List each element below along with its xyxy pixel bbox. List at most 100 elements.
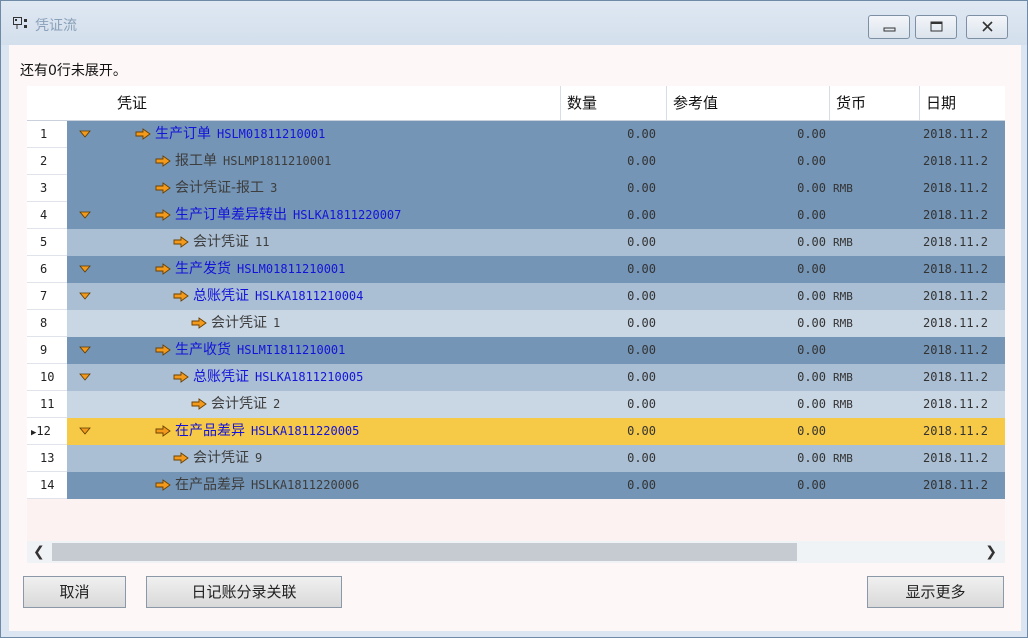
- unexpanded-rows-hint: 还有0行未展开。: [20, 63, 127, 79]
- row-number[interactable]: 14: [27, 472, 67, 499]
- voucher-cell[interactable]: 生产订单差异转出 HSLKA1811220007: [155, 202, 401, 229]
- voucher-cell[interactable]: 会计凭证-报工 3: [155, 175, 277, 202]
- table-row[interactable]: 4 生产订单差异转出 HSLKA1811220007 0.00 0.00 2018.11.…: [27, 202, 1005, 229]
- quantity-cell: 0.00: [627, 370, 656, 384]
- row-number[interactable]: 10: [27, 364, 67, 391]
- row-number[interactable]: 8: [27, 310, 67, 337]
- expand-toggle-icon[interactable]: [79, 425, 91, 437]
- voucher-cell[interactable]: 在产品差异 HSLKA1811220005: [155, 418, 359, 445]
- horizontal-scrollbar[interactable]: ❮ ❯: [27, 541, 1005, 563]
- voucher-number: HSLMP1811210001: [223, 154, 332, 168]
- row-number-label: 11: [40, 397, 55, 411]
- header-expand: [67, 86, 111, 120]
- maximize-button[interactable]: [915, 15, 957, 39]
- table-row[interactable]: 14 在产品差异 HSLKA1811220006 0.00 0.00 2018.11.2: [27, 472, 1005, 499]
- row-number[interactable]: 3: [27, 175, 67, 202]
- voucher-cell[interactable]: 报工单 HSLMP1811210001: [155, 148, 331, 175]
- quantity-cell: 0.00: [627, 208, 656, 222]
- table-row[interactable]: 2 报工单 HSLMP1811210001 0.00 0.00 2018.11.2: [27, 148, 1005, 175]
- voucher-number: HSLMI1811210001: [237, 343, 346, 357]
- voucher-number: HSLM01811210001: [237, 262, 346, 276]
- table-row[interactable]: ▶12 在产品差异 HSLKA1811220005 0.00 0.00 2018.11.2: [27, 418, 1005, 445]
- voucher-number: HSLKA1811220006: [251, 478, 360, 492]
- close-button[interactable]: [966, 15, 1008, 39]
- row-number[interactable]: 6: [27, 256, 67, 283]
- header-row-number: [27, 86, 67, 120]
- row-number[interactable]: 11: [27, 391, 67, 418]
- voucher-cell[interactable]: 会计凭证 1: [191, 310, 280, 337]
- table-row[interactable]: 9 生产收货 HSLMI1811210001 0.00 0.00 2018.11.2: [27, 337, 1005, 364]
- table-row[interactable]: 13 会计凭证 9 0.00 0.00 RMB 2018.11.2: [27, 445, 1005, 472]
- arrow-right-icon: [173, 236, 189, 248]
- cancel-button[interactable]: 取消: [23, 576, 126, 608]
- table-row[interactable]: 11 会计凭证 2 0.00 0.00 RMB 2018.11.2: [27, 391, 1005, 418]
- reference-value-cell: 0.00: [797, 235, 826, 249]
- currency-cell: RMB: [833, 317, 853, 330]
- date-cell: 2018.11.2: [923, 208, 989, 222]
- voucher-cell[interactable]: 会计凭证 11: [173, 229, 269, 256]
- voucher-cell[interactable]: 生产收货 HSLMI1811210001: [155, 337, 345, 364]
- voucher-cell[interactable]: 总账凭证 HSLKA1811210004: [173, 283, 363, 310]
- table-row[interactable]: 1 生产订单 HSLM01811210001 0.00 0.00 2018.11.2: [27, 121, 1005, 148]
- expand-toggle-icon[interactable]: [79, 209, 91, 221]
- journal-entry-link-button[interactable]: 日记账分录关联: [146, 576, 342, 608]
- scroll-left-icon[interactable]: ❮: [33, 544, 45, 560]
- row-number-label: 10: [40, 370, 55, 384]
- row-number[interactable]: 1: [27, 121, 67, 148]
- header-voucher[interactable]: 凭证: [111, 86, 560, 120]
- arrow-right-icon: [135, 128, 151, 140]
- row-number-label: 4: [40, 208, 48, 222]
- expand-toggle-icon[interactable]: [79, 128, 91, 140]
- table-row[interactable]: 8 会计凭证 1 0.00 0.00 RMB 2018.11.2: [27, 310, 1005, 337]
- maximize-icon: [930, 21, 943, 32]
- header-reference-value[interactable]: 参考值: [666, 86, 829, 120]
- row-number-label: 7: [40, 289, 48, 303]
- voucher-cell[interactable]: 生产发货 HSLM01811210001: [155, 256, 345, 283]
- arrow-right-icon: [155, 344, 171, 356]
- scroll-right-icon[interactable]: ❯: [985, 544, 997, 560]
- row-cells: 在产品差异 HSLKA1811220005 0.00 0.00 2018.11.2: [67, 418, 1005, 445]
- row-cells: 在产品差异 HSLKA1811220006 0.00 0.00 2018.11.2: [67, 472, 1005, 499]
- row-number[interactable]: 2: [27, 148, 67, 175]
- expand-toggle-icon[interactable]: [79, 371, 91, 383]
- voucher-type: 报工单: [175, 153, 217, 169]
- arrow-right-icon: [155, 209, 171, 221]
- expand-toggle-icon[interactable]: [79, 263, 91, 275]
- row-number[interactable]: 4: [27, 202, 67, 229]
- header-quantity[interactable]: 数量: [560, 86, 666, 120]
- show-more-button[interactable]: 显示更多: [867, 576, 1004, 608]
- date-cell: 2018.11.2: [923, 127, 989, 141]
- row-number[interactable]: 5: [27, 229, 67, 256]
- voucher-cell[interactable]: 会计凭证 2: [191, 391, 280, 418]
- row-cells: 生产收货 HSLMI1811210001 0.00 0.00 2018.11.2: [67, 337, 1005, 364]
- table-row[interactable]: 5 会计凭证 11 0.00 0.00 RMB 2018.11.2: [27, 229, 1005, 256]
- voucher-number: 11: [255, 235, 270, 249]
- expand-toggle-icon[interactable]: [79, 290, 91, 302]
- table-row[interactable]: 10 总账凭证 HSLKA1811210005 0.00 0.00 RMB 2018.11.…: [27, 364, 1005, 391]
- voucher-cell[interactable]: 生产订单 HSLM01811210001: [135, 121, 325, 148]
- voucher-number: 9: [255, 451, 263, 465]
- expand-toggle-icon[interactable]: [79, 344, 91, 356]
- voucher-cell[interactable]: 在产品差异 HSLKA1811220006: [155, 472, 359, 499]
- row-number[interactable]: 9: [27, 337, 67, 364]
- voucher-cell[interactable]: 会计凭证 9: [173, 445, 262, 472]
- table-row[interactable]: 7 总账凭证 HSLKA1811210004 0.00 0.00 RMB 2018.11.2: [27, 283, 1005, 310]
- voucher-number: HSLKA1811210004: [255, 289, 364, 303]
- header-currency[interactable]: 货币: [829, 86, 919, 120]
- voucher-cell[interactable]: 总账凭证 HSLKA1811210005: [173, 364, 363, 391]
- voucher-type: 总账凭证: [193, 369, 249, 385]
- header-date[interactable]: 日期: [919, 86, 1005, 120]
- row-number[interactable]: ▶12: [27, 418, 67, 445]
- row-cells: 生产发货 HSLM01811210001 0.00 0.00 2018.11.2: [67, 256, 1005, 283]
- scrollbar-thumb[interactable]: [52, 543, 797, 561]
- row-number[interactable]: 7: [27, 283, 67, 310]
- table-row[interactable]: 3 会计凭证-报工 3 0.00 0.00 RMB 2018.11.2: [27, 175, 1005, 202]
- row-cells: 报工单 HSLMP1811210001 0.00 0.00 2018.11.2: [67, 148, 1005, 175]
- voucher-type: 在产品差异: [175, 477, 245, 493]
- row-number[interactable]: 13: [27, 445, 67, 472]
- table-row[interactable]: 6 生产发货 HSLM01811210001 0.00 0.00 2018.11.2: [27, 256, 1005, 283]
- flow-icon: [13, 17, 27, 29]
- minimize-button[interactable]: [868, 15, 910, 39]
- row-number-label: 2: [40, 154, 48, 168]
- row-number-label: 5: [40, 235, 48, 249]
